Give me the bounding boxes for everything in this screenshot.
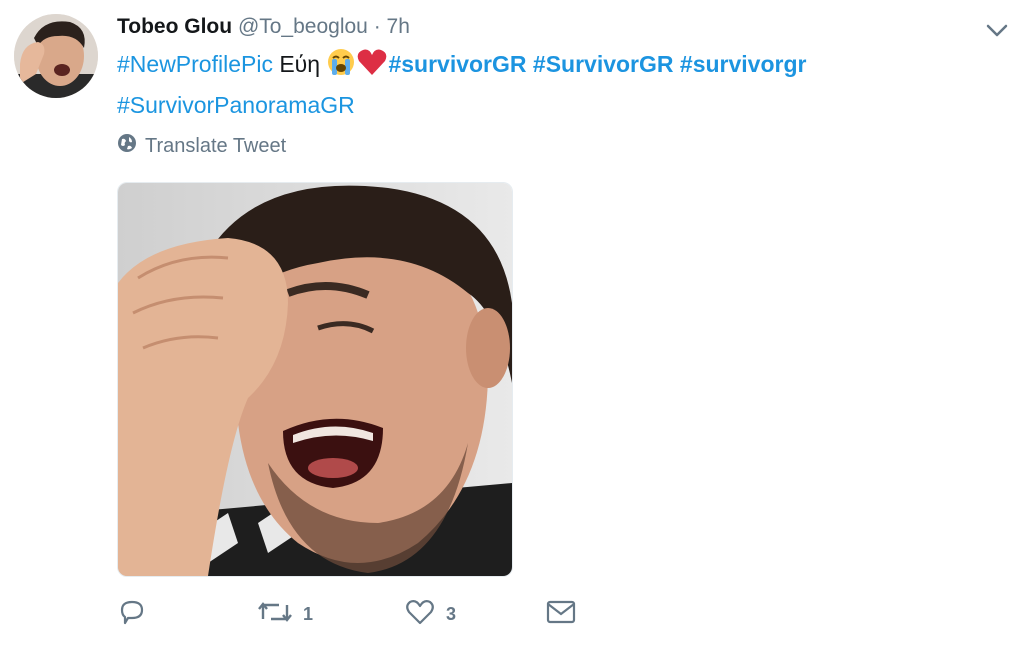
reply-icon [117,597,147,632]
separator-dot: · [373,15,381,38]
timestamp[interactable]: 7h [387,15,410,38]
retweet-count: 1 [303,603,314,624]
red-heart-emoji [356,47,388,87]
direct-message-button[interactable] [545,597,577,632]
reply-button[interactable] [117,597,147,632]
heart-icon [404,597,436,632]
hashtag-newprofilepic[interactable]: #NewProfilePic [117,51,273,77]
like-count: 3 [446,603,457,624]
hashtag-survivorgr-1[interactable]: #survivorGR [388,51,526,77]
loudly-crying-face-emoji [326,47,356,87]
profile-avatar[interactable] [14,14,98,98]
translate-tweet-link[interactable]: Translate Tweet [117,133,286,159]
hashtag-survivorpanoramagr[interactable]: #SurvivorPanoramaGR [117,92,355,118]
hashtag-survivorgr-2[interactable]: #SurvivorGR [533,51,674,77]
tweet-word: Εύη [279,51,321,77]
display-name[interactable]: Tobeo Glou [117,15,232,38]
user-handle[interactable]: @To_beoglou [238,15,368,38]
envelope-icon [545,597,577,632]
tweet-photo[interactable] [117,182,513,577]
tweet-text: #NewProfilePic Εύη #survivorGR #Survivor… [117,46,907,123]
like-button[interactable]: 3 [404,597,456,632]
tweet-header: Tobeo Glou @To_beoglou · 7h [117,12,410,42]
hashtag-survivorgr-3[interactable]: #survivorgr [680,51,807,77]
translate-label: Translate Tweet [145,134,287,157]
retweet-button[interactable]: 1 [257,597,313,632]
chevron-down-icon[interactable] [984,20,1010,40]
globe-icon [117,133,137,159]
retweet-icon [257,597,293,632]
